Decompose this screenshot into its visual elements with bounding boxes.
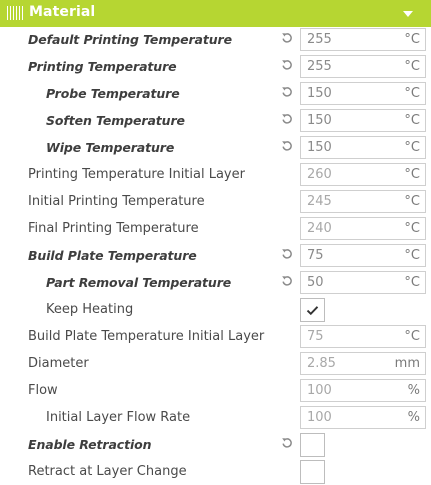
setting-unit: °C: [404, 248, 420, 263]
setting-label: Initial Layer Flow Rate: [46, 410, 191, 425]
setting-row: Initial Layer Flow Rate 100%: [0, 404, 431, 431]
reset-icon[interactable]: [281, 140, 293, 152]
reset-icon[interactable]: [281, 113, 293, 125]
setting-value: 75: [307, 329, 324, 344]
setting-row: Probe Temperature 150 °C: [0, 80, 431, 107]
setting-label: Diameter: [28, 356, 89, 371]
setting-unit: mm: [394, 356, 420, 371]
setting-label: Build Plate Temperature Initial Layer: [28, 329, 265, 344]
setting-label: Enable Retraction: [28, 437, 152, 452]
setting-label: Flow: [28, 383, 58, 398]
setting-unit: °C: [404, 167, 420, 182]
setting-label: Default Printing Temperature: [28, 32, 232, 47]
setting-value-field[interactable]: 255 °C: [300, 55, 426, 78]
setting-unit: °C: [404, 221, 420, 236]
setting-value-field[interactable]: 2.85 mm: [300, 352, 426, 375]
setting-label: Printing Temperature: [28, 59, 177, 74]
setting-label: Probe Temperature: [46, 86, 180, 101]
setting-unit: %: [407, 383, 420, 398]
section-title: Material: [29, 4, 96, 20]
setting-value-field[interactable]: 150 °C: [300, 82, 426, 105]
setting-value: 75: [307, 248, 324, 263]
setting-value: 150: [307, 86, 332, 101]
setting-unit: °C: [404, 194, 420, 209]
setting-label: Initial Printing Temperature: [28, 194, 205, 209]
setting-value-field[interactable]: 100%: [300, 379, 426, 402]
setting-unit: °C: [404, 275, 420, 290]
setting-row: Wipe Temperature 150 °C: [0, 134, 431, 161]
reset-icon[interactable]: [281, 32, 293, 44]
setting-unit: °C: [404, 140, 420, 155]
setting-value-field[interactable]: 100%: [300, 406, 426, 429]
setting-value-field[interactable]: 260 °C: [300, 163, 426, 186]
setting-value: 100: [307, 410, 332, 425]
setting-unit: %: [407, 410, 420, 425]
setting-label: Keep Heating: [46, 302, 134, 317]
reset-icon[interactable]: [281, 86, 293, 98]
reset-icon[interactable]: [281, 275, 293, 287]
setting-value: 2.85: [307, 356, 336, 371]
setting-value: 150: [307, 140, 332, 155]
setting-value-field[interactable]: 255 °C: [300, 28, 426, 51]
setting-label: Wipe Temperature: [46, 140, 175, 155]
setting-value: 260: [307, 167, 332, 182]
setting-checkbox[interactable]: [300, 298, 325, 322]
setting-value-field[interactable]: 75 °C: [300, 244, 426, 267]
setting-row: Enable Retraction: [0, 431, 431, 458]
setting-label: Soften Temperature: [46, 113, 185, 128]
setting-checkbox[interactable]: [300, 433, 325, 457]
setting-row: Default Printing Temperature 255 °C: [0, 26, 431, 53]
setting-row: Printing Temperature 255 °C: [0, 53, 431, 80]
reset-icon[interactable]: [281, 248, 293, 260]
setting-value-field[interactable]: 75 °C: [300, 325, 426, 348]
setting-row: Soften Temperature 150 °C: [0, 107, 431, 134]
setting-row: Initial Printing Temperature 245 °C: [0, 188, 431, 215]
setting-label: Build Plate Temperature: [28, 248, 197, 263]
setting-row: Keep Heating: [0, 296, 431, 323]
material-section-header[interactable]: Material: [0, 0, 431, 27]
setting-row: Flow 100%: [0, 377, 431, 404]
material-spool-icon: [7, 6, 23, 20]
setting-row: Retract at Layer Change: [0, 458, 431, 485]
setting-unit: °C: [404, 86, 420, 101]
setting-value: 100: [307, 383, 332, 398]
setting-checkbox[interactable]: [300, 460, 325, 484]
setting-label: Part Removal Temperature: [46, 275, 232, 290]
setting-value: 255: [307, 59, 332, 74]
setting-value: 50: [307, 275, 324, 290]
setting-value-field[interactable]: 150 °C: [300, 109, 426, 132]
chevron-down-icon[interactable]: [403, 11, 413, 17]
setting-unit: °C: [404, 329, 420, 344]
setting-value-field[interactable]: 150 °C: [300, 136, 426, 159]
setting-unit: °C: [404, 32, 420, 47]
setting-unit: °C: [404, 113, 420, 128]
setting-row: Final Printing Temperature 240 °C: [0, 215, 431, 242]
setting-value: 255: [307, 32, 332, 47]
setting-row: Build Plate Temperature 75 °C: [0, 242, 431, 269]
setting-row: Part Removal Temperature 50 °C: [0, 269, 431, 296]
setting-value-field[interactable]: 245 °C: [300, 190, 426, 213]
reset-icon[interactable]: [281, 59, 293, 71]
setting-value-field[interactable]: 50 °C: [300, 271, 426, 294]
setting-label: Printing Temperature Initial Layer: [28, 167, 245, 182]
setting-value: 245: [307, 194, 332, 209]
setting-row: Diameter 2.85 mm: [0, 350, 431, 377]
setting-label: Final Printing Temperature: [28, 221, 199, 236]
setting-value: 240: [307, 221, 332, 236]
setting-row: Printing Temperature Initial Layer 260 °C: [0, 161, 431, 188]
reset-icon[interactable]: [281, 437, 293, 449]
setting-unit: °C: [404, 59, 420, 74]
setting-value: 150: [307, 113, 332, 128]
setting-label: Retract at Layer Change: [28, 464, 187, 479]
setting-row: Build Plate Temperature Initial Layer 75 °…: [0, 323, 431, 350]
setting-value-field[interactable]: 240 °C: [300, 217, 426, 240]
